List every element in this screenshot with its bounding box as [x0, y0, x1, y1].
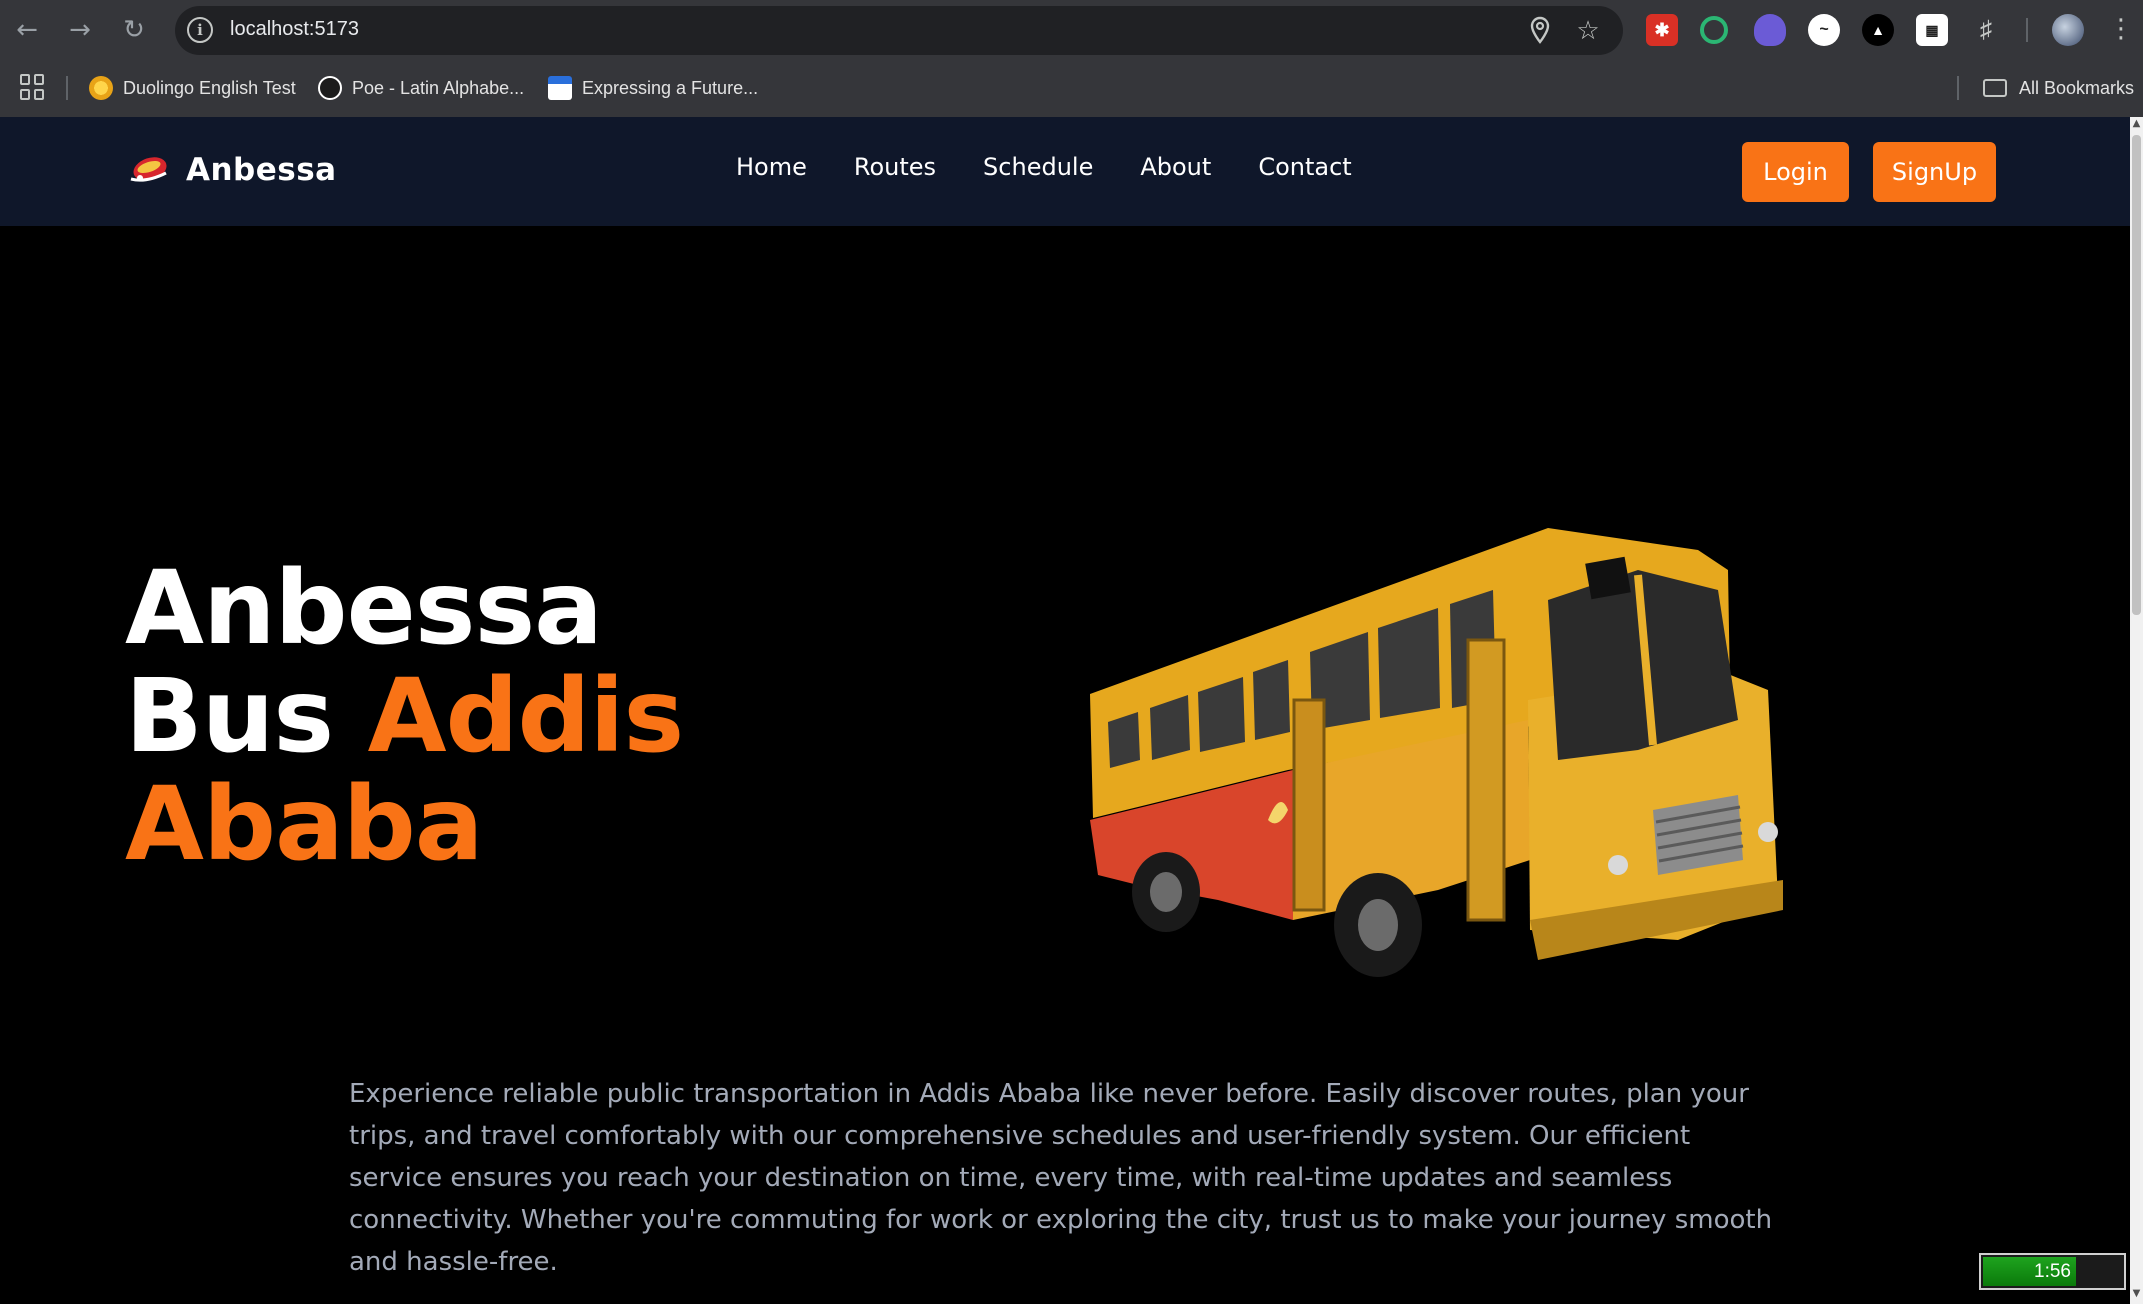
reload-icon[interactable]: ↻	[117, 13, 151, 47]
bookmark-duolingo[interactable]: Duolingo English Test	[89, 73, 296, 103]
extensions-puzzle-icon[interactable]: ♯	[1970, 14, 2002, 46]
brand-name: Anbessa	[186, 152, 337, 188]
scroll-up-arrow-icon[interactable]: ▲	[2131, 118, 2142, 132]
extension-triangle-icon[interactable]: ▲	[1862, 14, 1894, 46]
extension-green-circle-icon[interactable]	[1700, 16, 1728, 44]
bookmarks-bar: Duolingo English Test Poe - Latin Alphab…	[0, 62, 2143, 117]
nav-link-about[interactable]: About	[1140, 153, 1211, 181]
extension-purple-icon[interactable]	[1754, 14, 1786, 46]
hero-title-ababa: Ababa	[125, 765, 484, 884]
site-navbar: Anbessa Home Routes Schedule About Conta…	[0, 117, 2130, 226]
nav-link-contact[interactable]: Contact	[1258, 153, 1351, 181]
bookmark-star-icon[interactable]: ☆	[1573, 16, 1603, 46]
page-icon	[548, 76, 572, 100]
folder-icon	[1983, 79, 2007, 97]
duolingo-icon	[89, 76, 113, 100]
nav-link-schedule[interactable]: Schedule	[983, 153, 1093, 181]
location-pin-icon[interactable]	[1525, 16, 1555, 46]
bookmarks-divider-right	[1957, 76, 1959, 100]
bookmark-expressing-future[interactable]: Expressing a Future...	[548, 73, 758, 103]
site-info-icon[interactable]: i	[187, 17, 213, 43]
all-bookmarks-button[interactable]: All Bookmarks	[1983, 73, 2134, 103]
timer-label: 1:56	[2034, 1261, 2071, 1282]
bookmark-label: Poe - Latin Alphabe...	[352, 77, 525, 98]
hero-title-bus: Bus	[125, 657, 334, 776]
back-arrow-icon[interactable]: ←	[10, 13, 44, 47]
profile-avatar[interactable]	[2052, 14, 2084, 46]
scrollbar-thumb[interactable]	[2132, 135, 2141, 615]
bookmark-label: Expressing a Future...	[582, 77, 759, 98]
more-menu-icon[interactable]: ⋮	[2108, 12, 2134, 46]
extension-wave-icon[interactable]: ~	[1808, 14, 1840, 46]
hero-title-line1: Anbessa	[125, 549, 603, 668]
main-nav: Home Routes Schedule About Contact	[736, 153, 1399, 181]
extension-grid-icon[interactable]: ▦	[1916, 14, 1948, 46]
bookmarks-divider	[66, 76, 68, 100]
brand-logo[interactable]: Anbessa	[128, 152, 337, 188]
hero-description: Experience reliable public transportatio…	[349, 1079, 1773, 1277]
bookmark-poe[interactable]: Poe - Latin Alphabe...	[318, 73, 524, 103]
hero-title: Anbessa Bus Addis Ababa	[125, 555, 685, 879]
bus-logo-icon	[128, 153, 170, 187]
poe-icon	[318, 76, 342, 100]
apps-grid-icon[interactable]	[20, 74, 46, 100]
extension-red-icon[interactable]: ✱	[1646, 14, 1678, 46]
forward-arrow-icon[interactable]: →	[63, 13, 97, 47]
bus-image	[1078, 520, 1818, 990]
toolbar-divider	[2026, 18, 2028, 42]
address-bar[interactable]: i localhost:5173 ☆	[175, 6, 1623, 55]
login-button[interactable]: Login	[1742, 142, 1849, 202]
timer-widget: 1:56	[1979, 1253, 2126, 1290]
hero-title-addis: Addis	[367, 657, 685, 776]
browser-chrome: ← → ↻ i localhost:5173 ☆ ✱ ~ ▲ ▦ ♯ ⋮ Duo…	[0, 0, 2143, 117]
url-text[interactable]: localhost:5173	[230, 18, 359, 41]
all-bookmarks-label: All Bookmarks	[2019, 77, 2135, 98]
signup-button[interactable]: SignUp	[1873, 142, 1996, 202]
browser-toolbar: ← → ↻ i localhost:5173 ☆ ✱ ~ ▲ ▦ ♯ ⋮	[0, 0, 2143, 62]
bookmark-label: Duolingo English Test	[123, 77, 296, 98]
nav-link-routes[interactable]: Routes	[854, 153, 936, 181]
scroll-down-arrow-icon[interactable]: ▼	[2131, 1288, 2142, 1302]
nav-link-home[interactable]: Home	[736, 153, 807, 181]
